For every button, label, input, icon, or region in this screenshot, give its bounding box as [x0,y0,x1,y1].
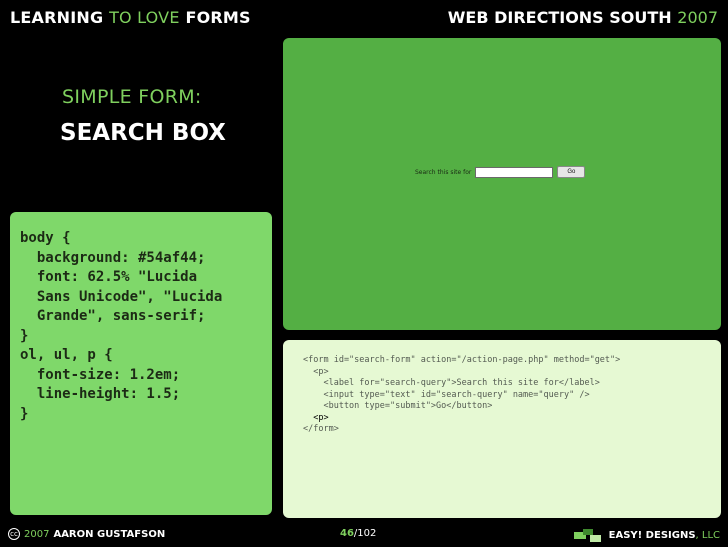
html-line-highlighted: <p> [303,412,329,423]
footer-year: 2007 [24,528,50,540]
conference-year: 2007 [677,8,718,27]
conference-name: WEB DIRECTIONS SOUTH [447,8,672,27]
header-learning: LEARNING [10,8,104,27]
slide-title: SEARCH BOX [60,120,226,146]
code-line: } [20,327,29,344]
code-line: } [20,405,29,422]
html-line: <button type="submit">Go</button> [303,401,493,411]
code-line: line-height: 1.5; [20,386,181,402]
code-line: font-size: 1.2em; [20,366,181,383]
search-form: Search this site for Go [415,166,586,178]
company-suffix: , LLC [695,529,720,541]
footer-author: AARON GUSTAFSON [53,528,166,540]
footer-company: EASY! DESIGNS, LLC [573,527,720,543]
code-line: Sans Unicode", "Lucida [20,288,223,305]
conference-title: WEB DIRECTIONS SOUTH 2007 [448,8,718,27]
footer-credit: cc 2007 AARON GUSTAFSON [8,528,165,540]
code-line: font: 62.5% "Lucida [20,269,198,285]
header-forms: FORMS [185,8,251,27]
header-to-love: TO LOVE [109,8,180,27]
html-line: </form> [303,424,339,434]
company-logo-icon [573,529,601,542]
company-name: EASY! DESIGNS [608,529,696,541]
slide-subtitle: SIMPLE FORM: [62,86,202,108]
search-label: Search this site for [415,168,472,176]
code-line: background: #54af44; [20,249,206,266]
go-button[interactable]: Go [557,166,586,178]
creative-commons-icon: cc [8,528,20,540]
code-line: Grande", sans-serif; [20,308,206,324]
html-line: <p> [303,366,329,377]
css-code-panel: body { background: #54af44; font: 62.5% … [10,212,272,515]
code-line: ol, ul, p { [20,347,113,363]
html-line: <label for="search-query">Search this si… [303,378,600,388]
code-line: body { [20,230,71,246]
html-code-panel: <form id="search-form" action="/action-p… [283,340,721,518]
html-line: <input type="text" id="search-query" nam… [303,389,590,400]
page-counter: 46/102 [340,528,376,539]
page-total: /102 [353,528,377,539]
html-line: <form id="search-form" action="/action-p… [303,355,621,365]
header-title: LEARNING TO LOVE FORMS [10,8,251,27]
page-current: 46 [340,528,354,539]
form-preview: Search this site for Go [283,38,721,330]
search-input[interactable] [475,166,554,178]
